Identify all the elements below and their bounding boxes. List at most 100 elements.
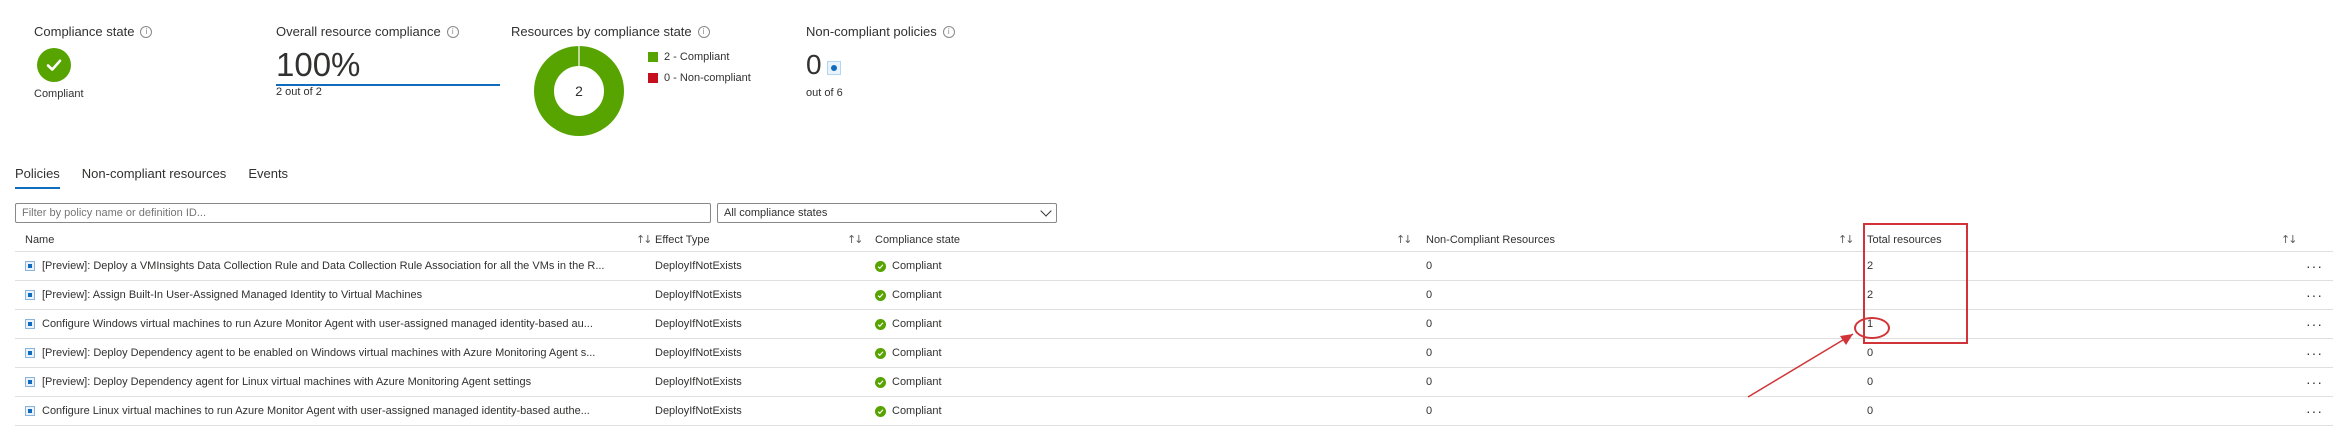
check-circle-icon	[37, 48, 71, 82]
effect-type: DeployIfNotExists	[655, 347, 742, 359]
legend-item-noncompliant: 0 - Non-compliant	[648, 72, 751, 84]
sort-icon[interactable]: ↑↓	[636, 233, 653, 246]
sort-icon[interactable]: ↑↓	[1396, 233, 1413, 246]
check-circle-icon	[875, 289, 886, 301]
table-row[interactable]: Configure Windows virtual machines to ru…	[15, 310, 2333, 339]
compliance-state: Compliant	[892, 405, 942, 417]
check-circle-icon	[875, 318, 886, 330]
policy-filter-input[interactable]	[15, 203, 711, 223]
compliance-state-dropdown-value: All compliance states	[724, 207, 828, 219]
total-resources: 2	[1867, 260, 1874, 272]
policies-table: Name ↑↓ Effect Type ↑↓ Compliance state …	[15, 228, 2333, 426]
compliance-state: Compliant	[892, 318, 942, 330]
policy-name[interactable]: Configure Windows virtual machines to ru…	[42, 318, 593, 330]
overall-compliance-title: Overall resource compliance	[276, 24, 441, 39]
sort-icon[interactable]: ↑↓	[2281, 233, 2298, 246]
total-resources: 1	[1867, 318, 1874, 330]
column-header-non-compliant-resources[interactable]: Non-Compliant Resources	[1426, 228, 1626, 251]
policy-icon	[25, 319, 35, 329]
compliance-donut-chart: 2	[534, 46, 624, 136]
noncompliant-policies-title: Non-compliant policies	[806, 24, 937, 39]
sort-icon[interactable]: ↑↓	[847, 233, 864, 246]
effect-type: DeployIfNotExists	[655, 318, 742, 330]
policy-name[interactable]: [Preview]: Deploy Dependency agent for L…	[42, 376, 531, 388]
total-resources: 0	[1867, 347, 1874, 359]
info-icon[interactable]: i	[697, 25, 710, 38]
check-circle-icon	[875, 405, 886, 417]
table-header: Name ↑↓ Effect Type ↑↓ Compliance state …	[15, 228, 2333, 252]
check-circle-icon	[875, 347, 886, 359]
non-compliant-count: 0	[1426, 318, 1433, 330]
legend-label-compliant: 2 - Compliant	[664, 51, 730, 63]
column-header-name[interactable]: Name	[25, 228, 425, 251]
total-resources: 0	[1867, 405, 1874, 417]
non-compliant-count: 0	[1426, 347, 1433, 359]
check-circle-icon	[875, 260, 886, 272]
legend-swatch-compliant	[648, 52, 658, 62]
tab-non-compliant-resources[interactable]: Non-compliant resources	[82, 166, 227, 189]
info-icon[interactable]: i	[140, 25, 153, 38]
check-circle-icon	[875, 376, 886, 388]
policy-name[interactable]: [Preview]: Deploy a VMInsights Data Coll…	[42, 260, 605, 272]
policy-icon	[827, 61, 841, 75]
policy-icon	[25, 406, 35, 416]
policy-icon	[25, 261, 35, 271]
more-actions-icon[interactable]: ···	[2306, 397, 2323, 425]
overall-compliance-card: Overall resource compliance i 100% 2 out…	[276, 24, 506, 98]
chevron-down-icon	[1040, 205, 1052, 217]
donut-center-value: 2	[575, 83, 583, 99]
non-compliant-count: 0	[1426, 376, 1433, 388]
non-compliant-count: 0	[1426, 405, 1433, 417]
table-row[interactable]: Configure Linux virtual machines to run …	[15, 397, 2333, 426]
resources-by-state-card: Resources by compliance state i 2 2 - Co…	[511, 24, 781, 136]
compliance-state: Compliant	[892, 376, 942, 388]
more-actions-icon[interactable]: ···	[2306, 252, 2323, 280]
legend-label-noncompliant: 0 - Non-compliant	[664, 72, 751, 84]
compliance-summary: Compliance state i Compliant Overall res…	[0, 24, 2336, 144]
more-actions-icon[interactable]: ···	[2306, 368, 2323, 396]
table-row[interactable]: [Preview]: Assign Built-In User-Assigned…	[15, 281, 2333, 310]
effect-type: DeployIfNotExists	[655, 260, 742, 272]
compliance-state-dropdown[interactable]: All compliance states	[717, 203, 1057, 223]
policy-name[interactable]: [Preview]: Deploy Dependency agent to be…	[42, 347, 595, 359]
legend-swatch-noncompliant	[648, 73, 658, 83]
compliance-state-card: Compliance state i Compliant	[34, 24, 184, 100]
tab-bar: Policies Non-compliant resources Events	[15, 166, 310, 189]
compliance-state: Compliant	[892, 289, 942, 301]
effect-type: DeployIfNotExists	[655, 289, 742, 301]
noncompliant-policies-value: 0	[806, 49, 822, 80]
noncompliant-policies-card: Non-compliant policies i 0 out of 6	[806, 24, 1006, 99]
effect-type: DeployIfNotExists	[655, 405, 742, 417]
effect-type: DeployIfNotExists	[655, 376, 742, 388]
info-icon[interactable]: i	[446, 25, 459, 38]
info-icon[interactable]: i	[942, 25, 955, 38]
compliance-state-title: Compliance state	[34, 24, 135, 39]
tab-policies[interactable]: Policies	[15, 166, 60, 189]
table-row[interactable]: [Preview]: Deploy Dependency agent to be…	[15, 339, 2333, 368]
compliance-state-value: Compliant	[34, 88, 84, 100]
overall-compliance-count: 2 out of 2	[276, 86, 322, 98]
noncompliant-policies-total: out of 6	[806, 87, 843, 99]
more-actions-icon[interactable]: ···	[2306, 310, 2323, 338]
column-header-effect-type[interactable]: Effect Type	[655, 228, 855, 251]
policy-icon	[25, 348, 35, 358]
table-row[interactable]: [Preview]: Deploy a VMInsights Data Coll…	[15, 252, 2333, 281]
donut-legend: 2 - Compliant 0 - Non-compliant	[648, 51, 751, 93]
non-compliant-count: 0	[1426, 260, 1433, 272]
more-actions-icon[interactable]: ···	[2306, 339, 2323, 367]
overall-compliance-percent: 100%	[276, 48, 500, 86]
total-resources: 0	[1867, 376, 1874, 388]
policy-name[interactable]: Configure Linux virtual machines to run …	[42, 405, 590, 417]
non-compliant-count: 0	[1426, 289, 1433, 301]
sort-icon[interactable]: ↑↓	[1838, 233, 1855, 246]
column-header-total-resources[interactable]: Total resources	[1867, 228, 2067, 251]
policy-name[interactable]: [Preview]: Assign Built-In User-Assigned…	[42, 289, 422, 301]
tab-events[interactable]: Events	[248, 166, 288, 189]
total-resources: 2	[1867, 289, 1874, 301]
compliance-state: Compliant	[892, 347, 942, 359]
resources-by-state-title: Resources by compliance state	[511, 24, 692, 39]
table-row[interactable]: [Preview]: Deploy Dependency agent for L…	[15, 368, 2333, 397]
column-header-compliance-state[interactable]: Compliance state	[875, 228, 1075, 251]
legend-item-compliant: 2 - Compliant	[648, 51, 751, 63]
more-actions-icon[interactable]: ···	[2306, 281, 2323, 309]
